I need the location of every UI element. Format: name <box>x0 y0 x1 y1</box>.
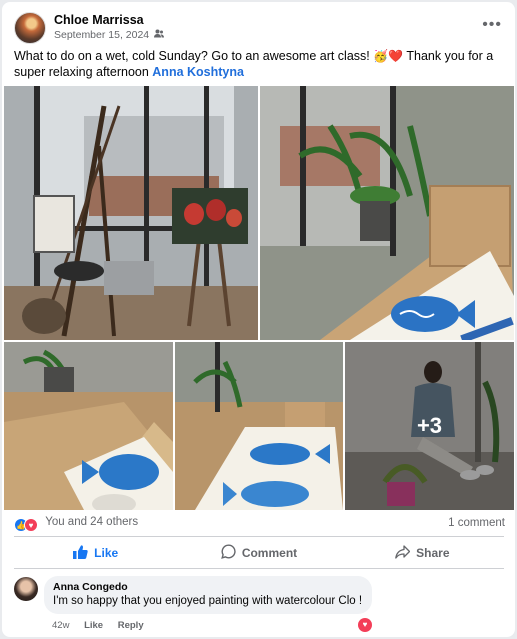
mention-link[interactable]: Anna Koshtyna <box>152 65 244 79</box>
thumbs-up-icon <box>73 544 88 562</box>
post-card: Chloe Marrissa September 15, 2024 ••• Wh… <box>2 2 515 637</box>
comments-count[interactable]: 1 comment <box>448 517 505 529</box>
post-date[interactable]: September 15, 2024 <box>54 29 165 41</box>
author-name[interactable]: Chloe Marrissa <box>54 13 144 27</box>
post-actions: Like Comment Share <box>14 540 504 566</box>
commenter-name[interactable]: Anna Congedo <box>53 581 363 593</box>
comment-label: Comment <box>241 546 298 560</box>
comment-age[interactable]: 42w <box>52 620 69 631</box>
comment-button[interactable]: Comment <box>177 540 340 566</box>
reactions-summary[interactable]: 👍 ♥ You and 24 others <box>14 516 138 532</box>
comment-meta: 42w Like Reply <box>52 620 156 631</box>
like-label: Like <box>94 546 119 560</box>
reactions-text[interactable]: You and 24 others <box>45 516 138 528</box>
caption-text: What to do on a wet, cold Sunday? Go to … <box>14 49 374 63</box>
photo-1[interactable] <box>4 86 258 340</box>
author-avatar[interactable] <box>14 12 46 44</box>
friends-icon[interactable] <box>154 29 165 40</box>
divider <box>14 536 504 537</box>
more-photos-count[interactable]: +3 <box>417 413 442 439</box>
photo-5[interactable]: +3 <box>345 342 514 510</box>
comment-reply-link[interactable]: Reply <box>118 620 144 631</box>
share-label: Share <box>416 546 450 560</box>
share-icon <box>395 544 411 562</box>
comment-text: I'm so happy that you enjoyed painting w… <box>53 595 363 607</box>
post-header: Chloe Marrissa September 15, 2024 ••• <box>14 12 504 46</box>
photo-3[interactable] <box>4 342 173 510</box>
commenter-avatar[interactable] <box>14 577 38 601</box>
photo-2[interactable] <box>260 86 514 340</box>
share-button[interactable]: Share <box>341 540 504 566</box>
photo-4[interactable] <box>175 342 343 510</box>
caption-emojis: 🥳❤️ <box>373 49 404 63</box>
post-caption: What to do on a wet, cold Sunday? Go to … <box>14 48 506 80</box>
more-options-icon[interactable]: ••• <box>482 16 502 34</box>
comment-icon <box>220 544 236 562</box>
comment-love-reaction-icon[interactable]: ♥ <box>358 618 372 632</box>
comment-bubble: Anna Congedo I'm so happy that you enjoy… <box>44 576 372 614</box>
more-photos-overlay[interactable]: +3 <box>345 342 514 510</box>
love-reaction-icon: ♥ <box>24 518 38 532</box>
divider <box>14 568 504 569</box>
post-date-text[interactable]: September 15, 2024 <box>54 29 149 41</box>
like-button[interactable]: Like <box>14 540 177 566</box>
comment-like-link[interactable]: Like <box>84 620 103 631</box>
